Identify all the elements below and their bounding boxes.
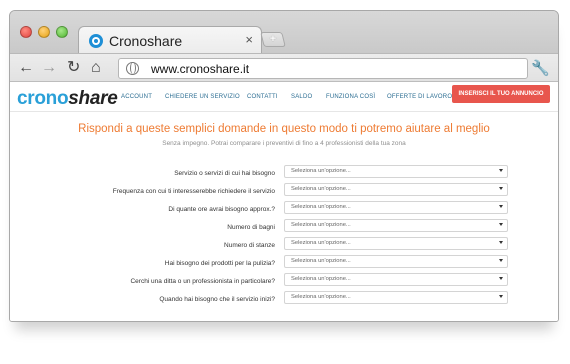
chevron-down-icon xyxy=(499,169,503,172)
chevron-down-icon xyxy=(499,295,503,298)
form-subheading: Senza impegno. Potrai comparare i preven… xyxy=(162,140,406,147)
title-bar: Cronoshare × + xyxy=(10,11,558,53)
select-value: Seleziona un'opzione... xyxy=(291,168,351,174)
globe-icon xyxy=(126,62,139,75)
site-logo[interactable]: cronoshare xyxy=(17,88,118,110)
logo-text-crono: crono xyxy=(17,88,69,109)
nav-contatti[interactable]: CONTATTI xyxy=(247,94,278,100)
nav-chiedere-servizio[interactable]: CHIEDERE UN SERVIZIO xyxy=(165,94,240,100)
question-select[interactable]: Seleziona un'opzione... xyxy=(284,165,508,178)
chevron-down-icon xyxy=(499,205,503,208)
favicon-icon xyxy=(89,34,103,48)
home-icon[interactable]: ⌂ xyxy=(91,59,101,77)
nav-offerte-lavoro[interactable]: OFFERTE DI LAVORO xyxy=(387,94,452,100)
chevron-down-icon xyxy=(499,277,503,280)
chevron-down-icon xyxy=(499,187,503,190)
question-label: Hai bisogno dei prodotti per la pulizia? xyxy=(164,260,275,267)
form-heading: Rispondi a queste semplici domande in qu… xyxy=(78,123,490,135)
question-label: Cerchi una ditta o un professionista in … xyxy=(130,278,275,285)
browser-tab[interactable]: Cronoshare × xyxy=(78,26,262,53)
select-value: Seleziona un'opzione... xyxy=(291,240,351,246)
question-select[interactable]: Seleziona un'opzione... xyxy=(284,201,508,214)
tab-close-icon[interactable]: × xyxy=(245,32,253,47)
web-page: cronoshare ACCOUNT CHIEDERE UN SERVIZIO … xyxy=(10,82,558,321)
question-select[interactable]: Seleziona un'opzione... xyxy=(284,237,508,250)
insert-ad-button[interactable]: INSERISCI IL TUO ANNUNCIO xyxy=(452,85,550,103)
question-label: Quando hai bisogno che il servizio inizi… xyxy=(159,296,275,303)
question-select[interactable]: Seleziona un'opzione... xyxy=(284,255,508,268)
nav-funziona-cosi[interactable]: FUNZIONA COSÌ xyxy=(326,94,375,100)
plus-icon: + xyxy=(269,33,277,45)
site-navigation: cronoshare ACCOUNT CHIEDERE UN SERVIZIO … xyxy=(10,82,558,112)
zoom-window-button[interactable] xyxy=(56,26,68,38)
nav-account[interactable]: ACCOUNT xyxy=(121,94,152,100)
address-bar[interactable]: www.cronoshare.it xyxy=(118,58,528,79)
select-value: Seleziona un'opzione... xyxy=(291,294,351,300)
select-value: Seleziona un'opzione... xyxy=(291,276,351,282)
select-value: Seleziona un'opzione... xyxy=(291,258,351,264)
close-window-button[interactable] xyxy=(20,26,32,38)
browser-toolbar: ← → ↻ ⌂ www.cronoshare.it 🔧 xyxy=(10,53,558,82)
question-select[interactable]: Seleziona un'opzione... xyxy=(284,291,508,304)
question-label: Numero di bagni xyxy=(227,224,275,231)
select-value: Seleziona un'opzione... xyxy=(291,204,351,210)
reload-icon[interactable]: ↻ xyxy=(67,59,80,77)
select-value: Seleziona un'opzione... xyxy=(291,222,351,228)
question-select[interactable]: Seleziona un'opzione... xyxy=(284,183,508,196)
question-select[interactable]: Seleziona un'opzione... xyxy=(284,273,508,286)
logo-text-share: share xyxy=(68,88,118,109)
question-label: Servizio o servizi di cui hai bisogno xyxy=(174,170,275,177)
new-tab-button[interactable]: + xyxy=(260,32,286,47)
question-label: Di quante ore avrai bisogno approx.? xyxy=(168,206,275,213)
back-arrow-icon[interactable]: ← xyxy=(18,59,34,77)
minimize-window-button[interactable] xyxy=(38,26,50,38)
chevron-down-icon xyxy=(499,259,503,262)
url-text[interactable]: www.cronoshare.it xyxy=(151,62,249,76)
nav-saldo[interactable]: SALDO xyxy=(291,94,312,100)
chevron-down-icon xyxy=(499,241,503,244)
browser-window: Cronoshare × + ← → ↻ ⌂ www.cronoshare.it… xyxy=(9,10,559,322)
chevron-down-icon xyxy=(499,223,503,226)
tab-title: Cronoshare xyxy=(109,33,183,49)
question-select[interactable]: Seleziona un'opzione... xyxy=(284,219,508,232)
question-label: Numero di stanze xyxy=(224,242,275,249)
question-label: Frequenza con cui ti interesserebbe rich… xyxy=(112,188,275,195)
wrench-icon[interactable]: 🔧 xyxy=(531,59,550,77)
forward-arrow-icon[interactable]: → xyxy=(41,59,57,77)
select-value: Seleziona un'opzione... xyxy=(291,186,351,192)
